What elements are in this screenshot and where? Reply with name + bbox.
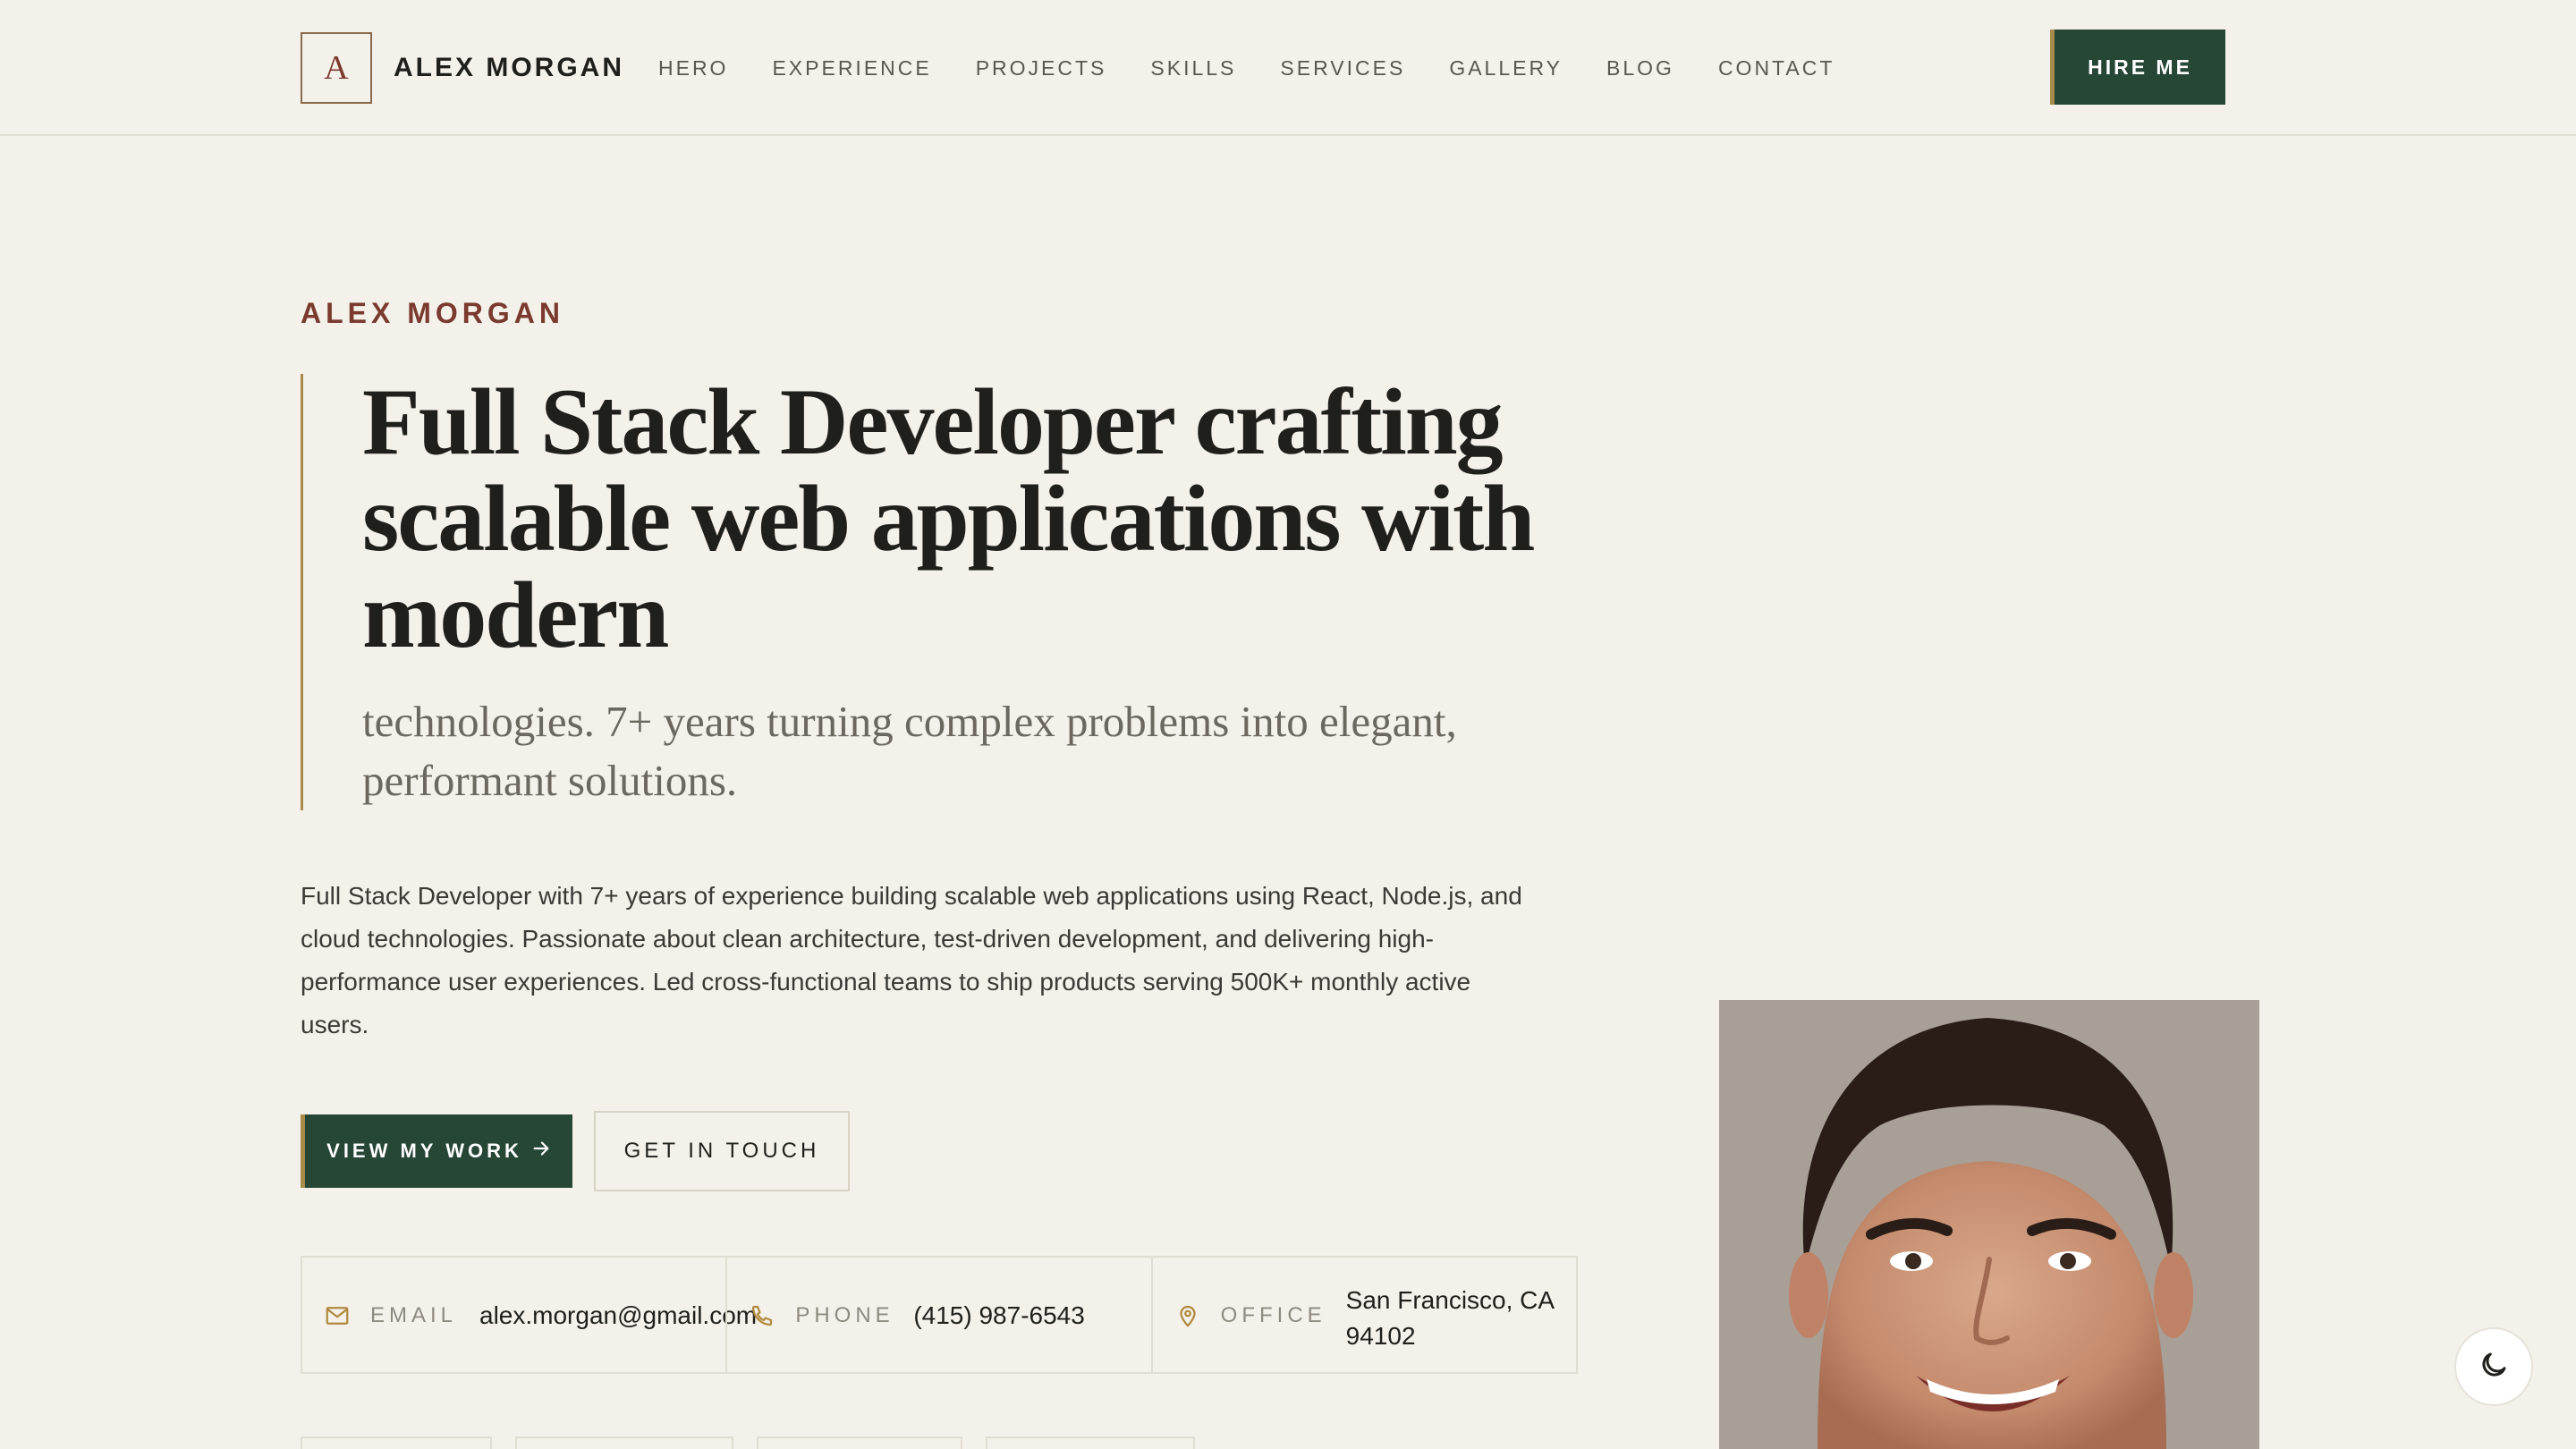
nav-link-blog[interactable]: BLOG xyxy=(1606,50,1674,86)
map-pin-icon xyxy=(1174,1302,1201,1329)
hero-bio: Full Stack Developer with 7+ years of ex… xyxy=(301,882,1522,1038)
office-label: OFFICE xyxy=(1220,1303,1326,1327)
mail-icon xyxy=(324,1302,351,1329)
headline-block: Full Stack Developer crafting scalable w… xyxy=(301,374,1571,810)
social-chip[interactable] xyxy=(301,1436,492,1449)
phone-icon xyxy=(749,1302,775,1329)
office-value[interactable]: San Francisco, CA 94102 xyxy=(1346,1283,1579,1354)
hire-me-button[interactable]: HIRE ME xyxy=(2050,30,2225,105)
nav-link-gallery[interactable]: GALLERY xyxy=(1449,50,1563,86)
page: A ALEX MORGAN HERO EXPERIENCE PROJECTS S… xyxy=(0,0,2576,1449)
moon-icon xyxy=(2478,1349,2510,1385)
brand-name[interactable]: ALEX MORGAN xyxy=(394,50,624,86)
logo-monogram[interactable]: A xyxy=(301,32,372,104)
hero-headline: Full Stack Developer crafting scalable w… xyxy=(362,374,1561,664)
social-chip[interactable] xyxy=(986,1436,1195,1449)
headline-line: modern xyxy=(362,563,669,667)
social-chip-row xyxy=(301,1436,1195,1449)
contact-strip: EMAIL alex.morgan@gmail.com PHONE (415) … xyxy=(301,1256,1578,1374)
nav-link-experience[interactable]: EXPERIENCE xyxy=(772,50,931,86)
headline-line: scalable web applications with xyxy=(362,466,1535,571)
subhead-line: performant solutions. xyxy=(362,756,738,805)
phone-label: PHONE xyxy=(795,1303,894,1327)
contact-office[interactable]: OFFICE San Francisco, CA 94102 xyxy=(1150,1258,1579,1372)
hero-subhead: technologies. 7+ years turning complex p… xyxy=(362,692,1561,810)
nav-link-hero[interactable]: HERO xyxy=(658,50,728,86)
phone-value[interactable]: (415) 987-6543 xyxy=(913,1301,1084,1331)
nav-link-contact[interactable]: CONTACT xyxy=(1718,50,1835,86)
headline-line: Full Stack Developer crafting xyxy=(362,369,1504,474)
profile-photo xyxy=(1719,1000,2259,1449)
view-my-work-label: VIEW MY WORK xyxy=(326,1140,522,1162)
contact-email[interactable]: EMAIL alex.morgan@gmail.com xyxy=(302,1258,757,1372)
nav-links: HERO EXPERIENCE PROJECTS SKILLS SERVICES… xyxy=(658,50,1878,86)
nav-link-services[interactable]: SERVICES xyxy=(1280,50,1405,86)
contact-phone[interactable]: PHONE (415) 987-6543 xyxy=(725,1258,1150,1372)
arrow-right-icon xyxy=(531,1139,551,1164)
social-chip[interactable] xyxy=(757,1436,962,1449)
subhead-line: technologies. 7+ years turning complex p… xyxy=(362,697,1457,746)
nav-link-skills[interactable]: SKILLS xyxy=(1150,50,1236,86)
email-label: EMAIL xyxy=(370,1303,458,1327)
social-chip[interactable] xyxy=(515,1436,733,1449)
navbar: A ALEX MORGAN HERO EXPERIENCE PROJECTS S… xyxy=(0,0,2576,136)
nav-link-projects[interactable]: PROJECTS xyxy=(976,50,1107,86)
get-in-touch-button[interactable]: GET IN TOUCH xyxy=(594,1111,850,1191)
theme-toggle-button[interactable] xyxy=(2454,1327,2533,1406)
email-value[interactable]: alex.morgan@gmail.com xyxy=(479,1301,757,1331)
view-my-work-button[interactable]: VIEW MY WORK xyxy=(301,1114,572,1188)
hero-eyebrow: ALEX MORGAN xyxy=(301,297,564,329)
